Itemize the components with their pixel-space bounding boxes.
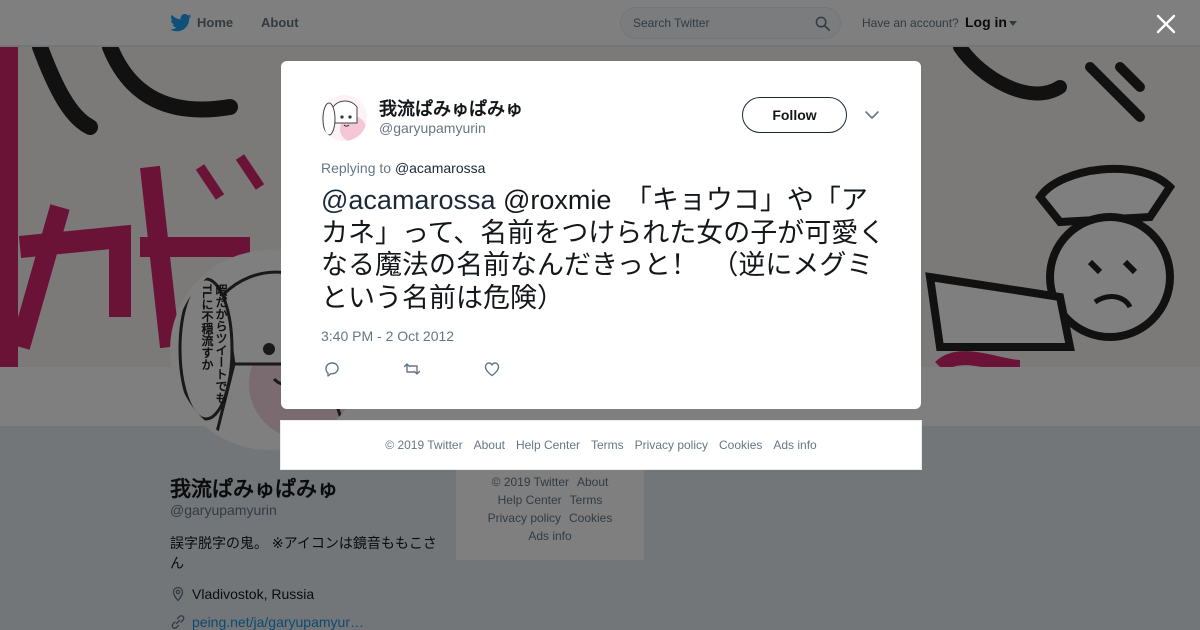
footer-copyright: © 2019 Twitter [385, 438, 463, 452]
tweet-mention-link-2[interactable]: @roxmie [503, 185, 611, 215]
tweet-mention-link[interactable]: @acamarossa [321, 185, 495, 215]
heart-icon[interactable] [483, 360, 501, 378]
author-avatar-illustration [321, 95, 367, 141]
tweet-timestamp[interactable]: 3:40 PM - 2 Oct 2012 [321, 328, 454, 344]
replying-to-link[interactable]: @acamarossa [395, 160, 485, 176]
chevron-down-icon[interactable] [864, 108, 880, 122]
footer-privacy-link[interactable]: Privacy policy [635, 438, 708, 452]
tweet-author-name[interactable]: 我流ぱみゅぱみゅ [379, 95, 523, 121]
overlay-backdrop-top[interactable] [0, 0, 1200, 47]
follow-button[interactable]: Follow [742, 97, 847, 133]
footer-help-link[interactable]: Help Center [516, 438, 580, 452]
reply-icon[interactable] [323, 360, 341, 378]
replying-to-line: Replying to @acamarossa [321, 160, 485, 176]
modal-footer: © 2019 Twitter About Help Center Terms P… [280, 420, 922, 470]
tweet-modal: 我流ぱみゅぱみゅ @garyupamyurin Follow Replying … [281, 61, 921, 409]
tweet-author-avatar[interactable] [321, 95, 367, 141]
footer-terms-link[interactable]: Terms [591, 438, 624, 452]
close-icon[interactable] [1155, 13, 1177, 35]
tweet-author-handle[interactable]: @garyupamyurin [379, 120, 486, 136]
footer-ads-link[interactable]: Ads info [773, 438, 816, 452]
footer-about-link[interactable]: About [474, 438, 505, 452]
replying-prefix: Replying to [321, 160, 392, 176]
retweet-icon[interactable] [403, 360, 421, 378]
tweet-text: @acamarossa @roxmie 「キョウコ」や「アカネ」って、名前をつけ… [321, 184, 886, 314]
footer-cookies-link[interactable]: Cookies [719, 438, 762, 452]
